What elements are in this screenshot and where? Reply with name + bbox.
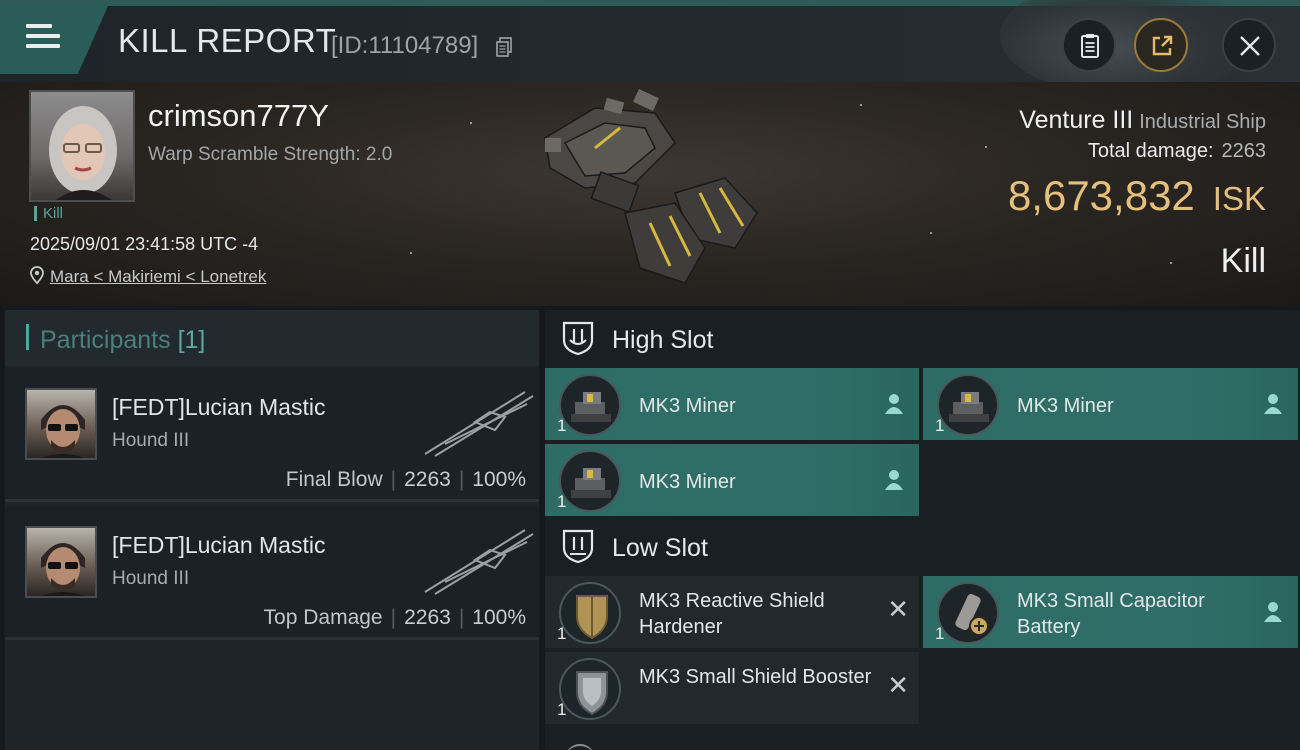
participant-row[interactable]: [FEDT]Lucian Mastic Hound III Final Blow…: [5, 368, 539, 502]
low-slot-icon: [562, 529, 594, 564]
participant-damage: 2263: [404, 606, 451, 629]
close-icon: [1240, 36, 1260, 56]
destroyed-x-icon: ✕: [887, 594, 909, 624]
fitted-person-icon: [1264, 394, 1282, 414]
destroyed-x-icon: ✕: [887, 670, 909, 700]
shield-booster-icon: [559, 658, 621, 720]
participant-avatar[interactable]: [25, 388, 97, 460]
location-pin-icon: [30, 266, 44, 285]
ship-render: [544, 89, 758, 284]
fitted-person-icon: [885, 394, 903, 414]
ship-class: Industrial Ship: [1139, 111, 1266, 133]
fitting-panel: High Slot 1 MK3 Miner 1 MK3 Miner 1 MK3 …: [545, 310, 1300, 750]
isk-value: 8,673,832 ISK: [1008, 172, 1266, 220]
participant-stats: Final Blow | 2263 | 100%: [285, 468, 526, 491]
miner-icon: [559, 374, 621, 436]
participant-role: Final Blow: [285, 468, 383, 491]
module-quantity: 1: [557, 416, 567, 435]
module-slot[interactable]: 1 MK3 Miner: [545, 444, 919, 516]
victim-summary: crimson777Y Warp Scramble Strength: 2.0 …: [0, 82, 1300, 306]
fitted-person-icon: [1264, 602, 1282, 622]
capacitor-battery-icon: [937, 582, 999, 644]
module-quantity: 1: [935, 624, 945, 643]
module-slot[interactable]: 1 MK3 Miner: [923, 368, 1298, 440]
menu-button[interactable]: [0, 6, 108, 74]
miner-icon: [937, 374, 999, 436]
shield-hardener-icon: [559, 582, 621, 644]
ship-name[interactable]: Venture III: [1019, 106, 1133, 134]
weapon-icon: [424, 391, 534, 457]
high-slot-label: High Slot: [612, 326, 714, 354]
share-button[interactable]: [1134, 18, 1188, 72]
participant-role: Top Damage: [263, 606, 383, 629]
victim-name[interactable]: crimson777Y: [148, 98, 329, 134]
warp-scramble-strength: Warp Scramble Strength: 2.0: [148, 144, 393, 165]
report-outcome: Kill: [1220, 242, 1266, 280]
participants-count: [1]: [177, 326, 206, 354]
module-name: MK3 Small Capacitor Battery: [1017, 590, 1205, 638]
module-quantity: 1: [935, 416, 945, 435]
participant-ship: Hound III: [112, 568, 190, 589]
participant-avatar[interactable]: [25, 526, 97, 598]
section-accent-bar: [26, 324, 29, 350]
module-quantity: 1: [557, 624, 567, 643]
module-name: MK3 Reactive Shield Hardener: [639, 590, 825, 638]
module-quantity: 1: [557, 700, 567, 719]
isk-amount: 8,673,832: [1007, 172, 1195, 219]
participant-percent: 100%: [472, 606, 526, 629]
total-damage-label: Total damage:: [1087, 140, 1214, 162]
page-title: KILL REPORT: [118, 22, 337, 59]
participant-ship: Hound III: [112, 430, 190, 451]
ship-title[interactable]: Venture III Industrial Ship: [1019, 106, 1266, 135]
low-slot-header: Low Slot: [545, 518, 1300, 574]
next-slot-icon-partial: [565, 744, 595, 750]
miner-icon: [559, 450, 621, 512]
participant-name[interactable]: [FEDT]Lucian Mastic: [112, 532, 325, 559]
copy-icon[interactable]: [496, 37, 512, 57]
module-name: MK3 Miner: [639, 395, 736, 417]
module-slot[interactable]: 1 MK3 Miner: [545, 368, 919, 440]
victim-avatar[interactable]: [29, 90, 135, 202]
participants-header[interactable]: Participants [1]: [5, 310, 539, 366]
participants-panel: Participants [1] [FEDT]Lucian Mastic Hou…: [5, 310, 539, 750]
location-link[interactable]: Mara < Makiriemi < Lonetrek: [50, 267, 266, 286]
participants-title: Participants [1]: [40, 326, 206, 354]
report-id: [ID:11104789]: [331, 32, 479, 59]
module-slot[interactable]: 1 MK3 Reactive Shield Hardener ✕: [545, 576, 919, 648]
high-slot-header: High Slot: [545, 310, 1300, 366]
fitted-person-icon: [885, 470, 903, 490]
header-bar: KILL REPORT [ID:11104789]: [0, 0, 1300, 96]
result-tag: Kill: [34, 206, 63, 221]
module-slot[interactable]: 1 MK3 Small Capacitor Battery: [923, 576, 1298, 648]
module-name: MK3 Miner: [639, 471, 736, 493]
participant-damage: 2263: [404, 468, 451, 491]
isk-unit: ISK: [1212, 180, 1266, 217]
high-slot-icon: [562, 321, 594, 356]
participant-row[interactable]: [FEDT]Lucian Mastic Hound III Top Damage…: [5, 506, 539, 640]
participant-name[interactable]: [FEDT]Lucian Mastic: [112, 394, 325, 421]
weapon-icon: [424, 529, 534, 595]
total-damage-value: 2263: [1221, 140, 1267, 162]
menu-icon: [26, 24, 60, 52]
module-name: MK3 Miner: [1017, 395, 1114, 417]
participant-percent: 100%: [472, 468, 526, 491]
clipboard-icon: [1081, 34, 1099, 58]
module-name: MK3 Small Shield Booster: [639, 666, 872, 688]
kill-timestamp: 2025/09/01 23:41:58 UTC -4: [30, 234, 259, 254]
low-slot-label: Low Slot: [612, 534, 708, 562]
share-icon: [1152, 35, 1173, 56]
module-quantity: 1: [557, 492, 567, 511]
kill-location[interactable]: Mara < Makiriemi < Lonetrek: [30, 266, 266, 287]
total-damage: Total damage: 2263: [1088, 140, 1266, 163]
close-button[interactable]: [1222, 18, 1276, 72]
clipboard-button[interactable]: [1062, 18, 1116, 72]
module-slot[interactable]: 1 MK3 Small Shield Booster ✕: [545, 652, 919, 724]
participant-stats: Top Damage | 2263 | 100%: [263, 606, 526, 629]
